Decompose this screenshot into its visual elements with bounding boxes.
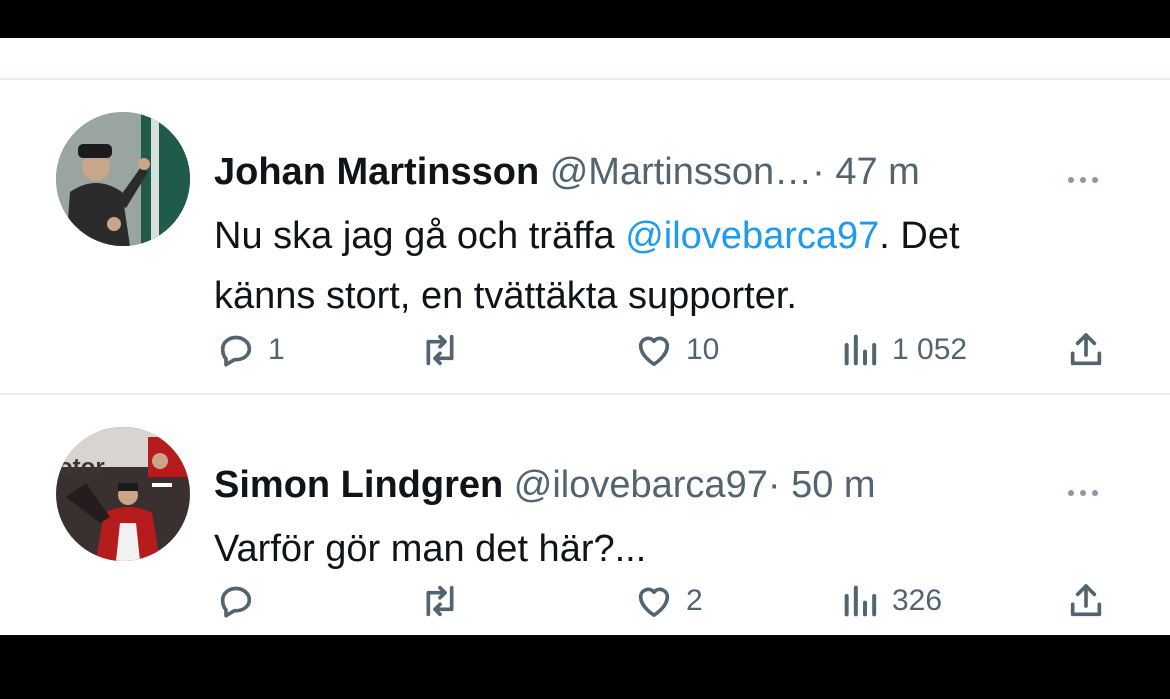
views-button[interactable]: 1 052 [840, 328, 967, 372]
more-icon[interactable] [1068, 170, 1108, 190]
author-name[interactable]: Simon Lindgren [214, 464, 503, 506]
reply-button[interactable] [216, 579, 268, 623]
timestamp[interactable]: 50 m [791, 464, 875, 506]
retweet-button[interactable] [420, 328, 472, 372]
more-icon[interactable] [1068, 483, 1108, 503]
retweet-icon [426, 585, 454, 617]
avatar-photo: otor [56, 427, 190, 561]
views-icon [844, 334, 877, 366]
separator-dot: · [812, 151, 825, 193]
like-button[interactable]: 10 [634, 328, 719, 372]
timeline: Johan Martinsson @Martinsson…· 47 m Nu s… [0, 38, 1170, 635]
avatar-photo [56, 112, 190, 246]
tweet-text-line: känns stort, en tvättäkta supporter. [214, 275, 797, 317]
svg-text:otor: otor [58, 454, 105, 481]
like-button[interactable]: 2 [634, 579, 703, 623]
like-count: 10 [686, 333, 720, 366]
retweet-icon [426, 334, 454, 366]
retweet-button[interactable] [420, 579, 472, 623]
views-button[interactable]: 326 [840, 579, 942, 623]
author-handle[interactable]: @Martinsson… [550, 151, 812, 193]
views-count: 326 [892, 584, 943, 617]
like-icon [638, 587, 670, 617]
views-icon [844, 585, 877, 617]
mention-link[interactable]: @ilovebarca97 [625, 215, 879, 257]
reply-button[interactable]: 1 [216, 328, 285, 372]
like-count: 2 [686, 584, 703, 617]
tweet-text: Nu ska jag gå och träffa @ilovebarca97. … [214, 206, 1114, 326]
tweet-text-line: Varför gör man det här?... [214, 528, 647, 570]
reply-icon [220, 586, 252, 618]
share-icon [1070, 584, 1102, 617]
tweet-text-part: . Det [879, 215, 960, 257]
tweet-text: Varför gör man det här?... [214, 519, 1114, 579]
tweet[interactable]: otor Simon Lindgren @ilovebarca97· 50 m [0, 395, 1170, 635]
avatar[interactable] [56, 112, 190, 246]
reply-icon [220, 335, 252, 367]
avatar[interactable]: otor [56, 427, 190, 561]
separator-dot: · [767, 464, 781, 506]
tweet[interactable]: Johan Martinsson @Martinsson…· 47 m Nu s… [0, 80, 1170, 393]
share-icon [1070, 333, 1102, 366]
share-button[interactable] [1066, 328, 1106, 372]
like-icon [638, 336, 670, 366]
tweet-header: Simon Lindgren @ilovebarca97· 50 m [214, 463, 876, 507]
author-name[interactable]: Johan Martinsson [214, 151, 539, 193]
share-button[interactable] [1066, 579, 1106, 623]
author-handle[interactable]: @ilovebarca97 [514, 464, 768, 506]
tweet-text-part: Nu ska jag gå och träffa [214, 215, 626, 257]
views-count: 1 052 [892, 333, 968, 366]
timestamp[interactable]: 47 m [835, 151, 919, 193]
tweet-header: Johan Martinsson @Martinsson…· 47 m [214, 150, 920, 194]
reply-count: 1 [268, 333, 285, 366]
screenshot-frame: Johan Martinsson @Martinsson…· 47 m Nu s… [0, 0, 1170, 699]
